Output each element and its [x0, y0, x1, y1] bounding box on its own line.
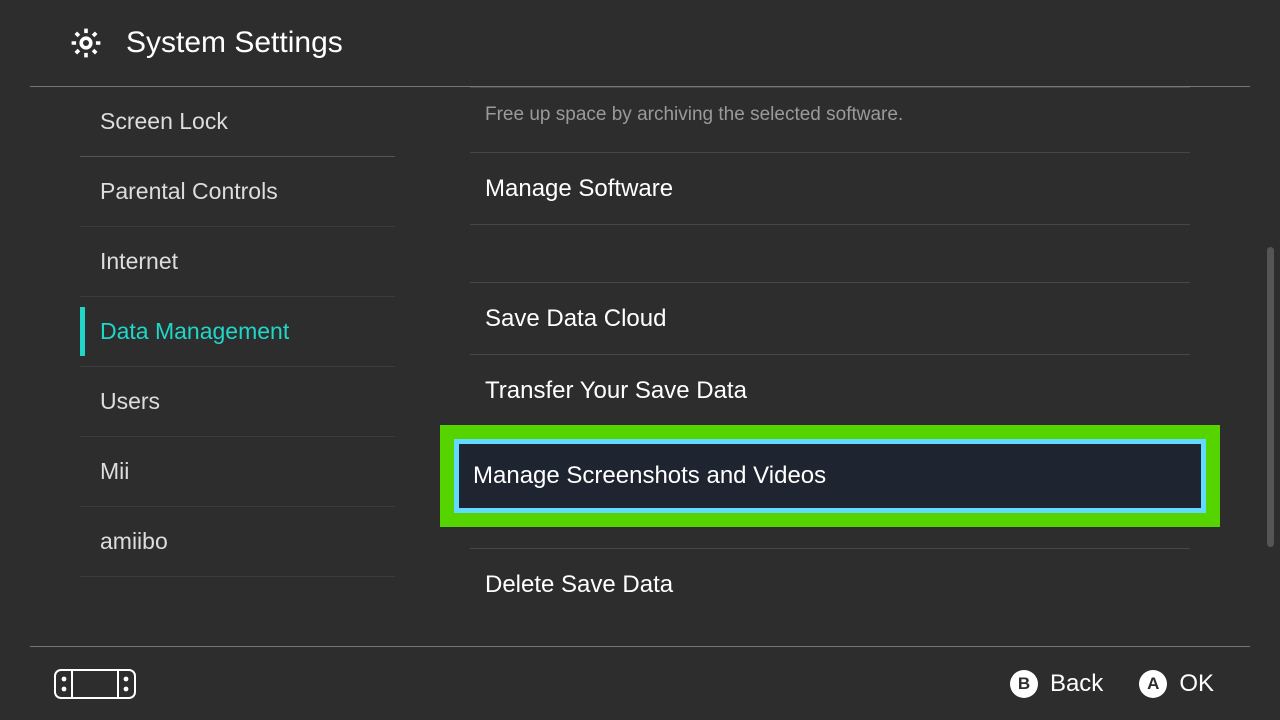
- sidebar-item-internet[interactable]: Internet: [80, 227, 395, 297]
- b-button-icon: B: [1010, 670, 1038, 698]
- controller-icon: [54, 669, 136, 699]
- row-label: Delete Save Data: [485, 571, 673, 599]
- sidebar-item-screen-lock[interactable]: Screen Lock: [80, 87, 395, 157]
- hint-label: OK: [1179, 670, 1214, 698]
- sidebar: Screen Lock Parental Controls Internet D…: [0, 87, 415, 646]
- gear-icon: [68, 25, 104, 61]
- sidebar-item-label: Screen Lock: [100, 108, 228, 135]
- scrollbar[interactable]: [1267, 247, 1274, 547]
- sidebar-item-label: Parental Controls: [100, 178, 278, 205]
- row-label: Manage Screenshots and Videos: [473, 462, 826, 490]
- footer: B Back A OK: [30, 646, 1250, 720]
- sidebar-item-label: Users: [100, 388, 160, 415]
- content-panel: Free up space by archiving the selected …: [415, 87, 1280, 646]
- sidebar-item-parental-controls[interactable]: Parental Controls: [80, 157, 395, 227]
- row-label: Transfer Your Save Data: [485, 377, 747, 405]
- row-manage-screenshots-videos[interactable]: Manage Screenshots and Videos: [463, 448, 1197, 504]
- sidebar-item-amiibo[interactable]: amiibo: [80, 507, 395, 577]
- hint-ok[interactable]: A OK: [1139, 670, 1214, 698]
- a-button-icon: A: [1139, 670, 1167, 698]
- hint-label: Back: [1050, 670, 1103, 698]
- highlight-border: Manage Screenshots and Videos: [454, 439, 1206, 513]
- row-save-data-cloud[interactable]: Save Data Cloud: [470, 282, 1190, 354]
- sidebar-item-mii[interactable]: Mii: [80, 437, 395, 507]
- highlight-overlay: Manage Screenshots and Videos: [440, 425, 1220, 527]
- row-label: Save Data Cloud: [485, 305, 666, 333]
- sidebar-item-label: Data Management: [100, 318, 289, 345]
- section-gap: [470, 224, 1190, 282]
- sidebar-item-label: Internet: [100, 248, 178, 275]
- row-delete-save-data[interactable]: Delete Save Data: [470, 548, 1190, 620]
- row-manage-software[interactable]: Manage Software: [470, 152, 1190, 224]
- header: System Settings: [30, 0, 1250, 87]
- sidebar-item-label: amiibo: [100, 528, 168, 555]
- page-title: System Settings: [126, 26, 343, 60]
- row-transfer-save-data[interactable]: Transfer Your Save Data: [470, 354, 1190, 426]
- sidebar-item-data-management[interactable]: Data Management: [80, 297, 395, 367]
- sidebar-item-users[interactable]: Users: [80, 367, 395, 437]
- hint-back[interactable]: B Back: [1010, 670, 1103, 698]
- sidebar-item-label: Mii: [100, 458, 129, 485]
- row-label: Manage Software: [485, 175, 673, 203]
- description-text: Free up space by archiving the selected …: [470, 87, 1190, 152]
